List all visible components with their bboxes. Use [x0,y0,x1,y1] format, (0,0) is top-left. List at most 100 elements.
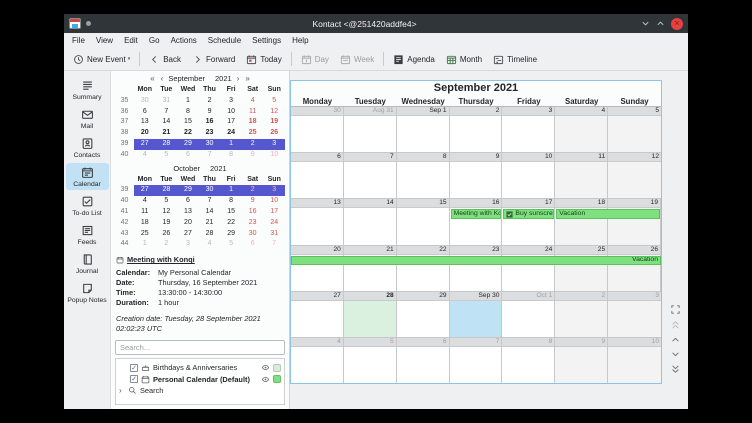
mini-calendar-day[interactable]: 23 [242,218,264,229]
menu-edit[interactable]: Edit [124,36,138,45]
event-bar[interactable]: Meeting with Ko... [451,209,502,219]
mini-calendar-day[interactable]: 22 [220,218,242,229]
close-button[interactable]: × [671,18,683,30]
visibility-eye-icon[interactable] [261,375,270,384]
mini-calendar-day[interactable]: 28 [199,229,221,240]
mini-calendar-day[interactable]: 14 [199,207,221,218]
scroll-down-button[interactable] [669,349,681,359]
new-event-button[interactable]: New Event▾ [68,51,135,68]
sidebar-item-feeds[interactable]: Feeds [66,221,109,248]
sidebar-item-calendar[interactable]: Calendar [66,163,109,190]
week-button[interactable]: Week [335,51,379,68]
mini-calendar-day[interactable]: 18 [242,117,264,128]
month-day-cell[interactable]: 24 [502,246,555,291]
sidebar-item-contacts[interactable]: Contacts [66,134,109,161]
mini-calendar-day[interactable]: 5 [156,196,178,207]
event-bar[interactable]: Vacation [291,256,661,266]
mini-calendar-day[interactable]: 26 [156,229,178,240]
month-day-cell[interactable]: 17 [502,199,555,244]
mini-calendar-day[interactable]: 24 [220,128,242,139]
month-button[interactable]: Month [441,51,487,68]
event-title-link[interactable]: Meeting with Konqi [116,255,284,265]
mini-calendar-day[interactable]: 30 [134,96,156,107]
mini-calendar-day[interactable]: 7 [199,196,221,207]
month-day-cell[interactable]: 16 [450,199,503,244]
mini-calendar-day[interactable]: 4 [134,196,156,207]
mini-calendar-day[interactable]: 7 [263,239,285,250]
mini-calendar-day[interactable]: 27 [134,185,156,196]
expander-icon[interactable]: › [119,386,125,395]
mini-calendar-day[interactable]: 1 [220,139,242,150]
mini-calendar-day[interactable]: 10 [263,196,285,207]
mini-calendar-day[interactable]: 25 [134,229,156,240]
mini-calendar-day[interactable]: 26 [263,128,285,139]
forward-button[interactable]: Forward [187,51,240,68]
mini-calendar-day[interactable]: 21 [156,128,178,139]
mini-calendar-day[interactable]: 1 [177,96,199,107]
menu-actions[interactable]: Actions [171,36,197,45]
month-day-cell[interactable]: 27 [291,292,344,337]
mini-calendar-day[interactable]: 3 [177,239,199,250]
mini-calendar-day[interactable]: 18 [134,218,156,229]
mini-calendar-day[interactable]: 5 [156,150,178,161]
month-day-cell[interactable]: 21 [344,246,397,291]
mini-calendar-day[interactable]: 6 [134,107,156,118]
back-button[interactable]: Back [144,51,186,68]
calendar-list-item[interactable]: ✓Birthdays & Anniversaries [119,362,281,374]
next-year-button[interactable]: » [244,74,250,83]
mini-calendar-day[interactable]: 29 [220,229,242,240]
mini-calendar-day[interactable]: 3 [263,185,285,196]
month-day-cell[interactable]: 8 [397,153,450,198]
next-month-button[interactable]: › [236,74,241,83]
calendar-checkbox[interactable]: ✓ [130,364,138,372]
month-day-cell[interactable]: 6 [397,338,450,383]
event-bar[interactable]: Buy sunscreen [503,209,554,219]
mini-calendar-day[interactable]: 21 [199,218,221,229]
mini-calendar-day[interactable]: 9 [242,196,264,207]
mini-calendar-day[interactable]: 6 [177,196,199,207]
titlebar[interactable]: Kontact <@251420addfe4> × [64,14,688,33]
calendar-list-item[interactable]: ›Search [119,385,281,397]
minimize-button[interactable] [638,17,653,30]
mini-calendar-day[interactable]: 2 [156,239,178,250]
today-button[interactable]: Today [241,51,286,68]
visibility-eye-icon[interactable] [261,363,270,372]
mini-calendar-month-label[interactable]: October [173,164,200,173]
mini-calendar-day[interactable]: 17 [263,207,285,218]
month-day-cell[interactable]: 18 [555,199,608,244]
search-input[interactable] [115,340,285,355]
month-day-cell[interactable]: 14 [344,199,397,244]
fit-view-button[interactable] [669,304,681,314]
mini-calendar-month-label[interactable]: September [168,74,205,83]
mini-calendar-day[interactable]: 9 [199,107,221,118]
mini-calendar-day[interactable]: 1 [220,185,242,196]
mini-calendar-day[interactable]: 22 [177,128,199,139]
mini-calendar-day[interactable]: 7 [199,150,221,161]
month-day-cell[interactable]: 28 [344,292,397,337]
month-day-cell[interactable]: 22 [397,246,450,291]
mini-calendar-day[interactable]: 27 [134,139,156,150]
month-day-cell[interactable]: 30 [291,107,344,152]
mini-calendar-day[interactable]: 20 [134,128,156,139]
month-day-cell[interactable]: 29 [397,292,450,337]
mini-calendar-day[interactable]: 12 [156,207,178,218]
menu-schedule[interactable]: Schedule [208,36,241,45]
mini-calendar-day[interactable]: 2 [199,96,221,107]
mini-calendar-day[interactable]: 20 [177,218,199,229]
mini-calendar-day[interactable]: 13 [177,207,199,218]
mini-calendar-year-label[interactable]: 2021 [215,74,232,83]
mini-calendar-day[interactable]: 23 [199,128,221,139]
mini-calendar-day[interactable]: 25 [242,128,264,139]
mini-calendar-day[interactable]: 19 [156,218,178,229]
menu-help[interactable]: Help [292,36,308,45]
mini-calendar-day[interactable]: 9 [242,150,264,161]
mini-calendar-day[interactable]: 31 [156,96,178,107]
prev-year-button[interactable]: « [149,74,155,83]
mini-calendar-day[interactable]: 4 [242,96,264,107]
menu-file[interactable]: File [72,36,85,45]
mini-calendar-day[interactable]: 28 [156,185,178,196]
mini-calendar-day[interactable]: 13 [134,117,156,128]
month-day-cell[interactable]: 7 [344,153,397,198]
mini-calendar-day[interactable]: 3 [220,96,242,107]
calendar-checkbox[interactable]: ✓ [130,375,138,383]
